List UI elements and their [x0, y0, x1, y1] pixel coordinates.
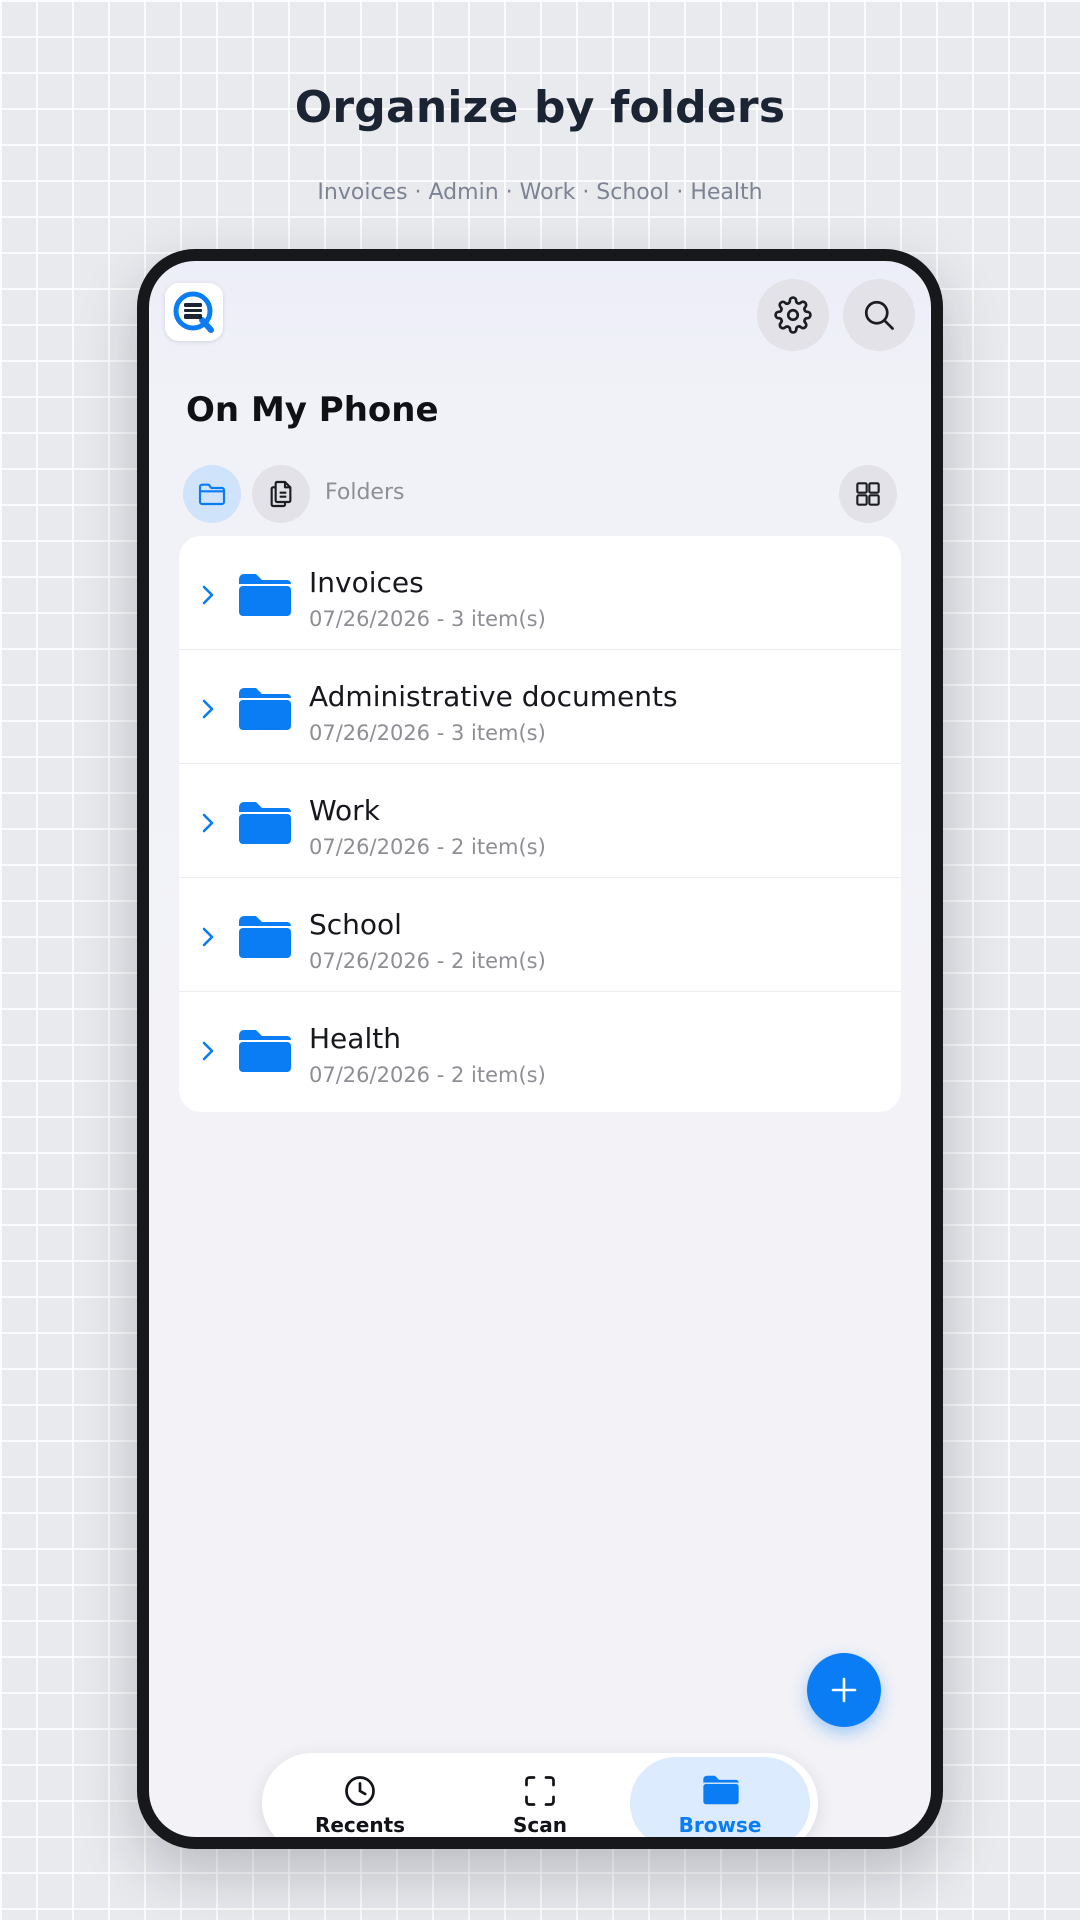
scanner-q-logo-icon[interactable] — [165, 283, 223, 341]
search-icon — [864, 300, 894, 330]
settings-button[interactable] — [757, 279, 829, 351]
tab-label: Scan — [513, 1813, 567, 1837]
folder-meta: 07/26/2026 - 2 item(s) — [309, 949, 546, 973]
folder-icon — [239, 688, 291, 730]
page-title: On My Phone — [186, 390, 439, 430]
folder-list: Invoices 07/26/2026 - 3 item(s) Administ… — [179, 536, 901, 1112]
folder-icon — [239, 1030, 291, 1072]
folder-row-school[interactable]: School 07/26/2026 - 2 item(s) — [179, 878, 901, 992]
layout-toggle-button[interactable] — [839, 465, 897, 523]
folder-name: Administrative documents — [309, 680, 678, 713]
filter-label: Folders — [325, 480, 405, 505]
chevron-right-icon — [202, 699, 214, 719]
folder-row-health[interactable]: Health 07/26/2026 - 2 item(s) — [179, 992, 901, 1112]
app-screen: On My Phone Folders Invoices 07/26/2026 … — [149, 261, 931, 1837]
folder-name: Invoices — [309, 566, 424, 599]
folder-row-administrative-documents[interactable]: Administrative documents 07/26/2026 - 3 … — [179, 650, 901, 764]
promo-headline: Organize by folders — [294, 82, 786, 133]
documents-icon — [270, 480, 292, 508]
folder-icon — [239, 916, 291, 958]
folder-name: Work — [309, 794, 380, 827]
folder-icon — [239, 802, 291, 844]
tab-browse[interactable]: Browse — [630, 1757, 810, 1837]
folder-name: Health — [309, 1022, 401, 1055]
search-button[interactable] — [843, 279, 915, 351]
tab-recents[interactable]: Recents — [270, 1757, 450, 1837]
view-documents-toggle[interactable] — [252, 465, 310, 523]
chevron-right-icon — [202, 585, 214, 605]
folder-meta: 07/26/2026 - 2 item(s) — [309, 835, 546, 859]
folder-row-work[interactable]: Work 07/26/2026 - 2 item(s) — [179, 764, 901, 878]
clock-icon — [345, 1776, 375, 1806]
folder-meta: 07/26/2026 - 3 item(s) — [309, 721, 546, 745]
add-button[interactable] — [807, 1653, 881, 1727]
plus-icon — [831, 1677, 857, 1703]
folder-icon — [703, 1775, 739, 1805]
folder-icon — [239, 574, 291, 616]
grid-icon — [856, 482, 880, 506]
bottom-nav: Recents Scan Browse — [262, 1753, 818, 1837]
tab-label: Browse — [678, 1813, 762, 1837]
scan-frame-icon — [525, 1776, 555, 1806]
promo-subhead: Invoices · Admin · Work · School · Healt… — [317, 180, 763, 205]
gear-icon — [774, 296, 812, 334]
phone-frame: On My Phone Folders Invoices 07/26/2026 … — [137, 249, 943, 1849]
folder-icon — [198, 483, 226, 506]
folder-meta: 07/26/2026 - 2 item(s) — [309, 1063, 546, 1087]
chevron-right-icon — [202, 927, 214, 947]
chevron-right-icon — [202, 813, 214, 833]
folder-meta: 07/26/2026 - 3 item(s) — [309, 607, 546, 631]
tab-scan[interactable]: Scan — [450, 1757, 630, 1837]
view-folders-toggle[interactable] — [183, 465, 241, 523]
tab-label: Recents — [314, 1813, 406, 1837]
chevron-right-icon — [202, 1041, 214, 1061]
folder-name: School — [309, 908, 402, 941]
folder-row-invoices[interactable]: Invoices 07/26/2026 - 3 item(s) — [179, 536, 901, 650]
